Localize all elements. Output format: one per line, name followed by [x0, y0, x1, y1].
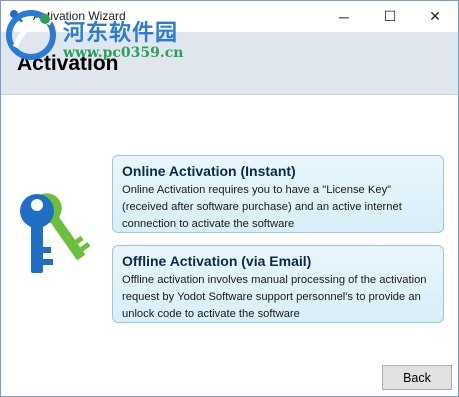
close-button[interactable]: ✕ [412, 1, 458, 32]
maximize-button[interactable]: ☐ [367, 1, 413, 32]
online-activation-option[interactable]: Online Activation (Instant) Online Activ… [112, 155, 444, 233]
title-bar[interactable]: Activation Wizard ─ ☐ ✕ [1, 1, 458, 32]
online-activation-title: Online Activation (Instant) [122, 163, 296, 179]
page-title: Activation [17, 52, 119, 75]
back-button[interactable]: Back [382, 365, 452, 390]
activation-wizard-window: Activation Wizard ─ ☐ ✕ Activation 河东软件园… [0, 0, 459, 397]
keys-icon [20, 193, 91, 273]
online-activation-description: Online Activation requires you to have a… [122, 184, 402, 230]
app-key-icon [10, 10, 24, 23]
offline-activation-description: Offline activation involves manual proce… [122, 274, 427, 320]
offline-activation-title: Offline Activation (via Email) [122, 253, 312, 269]
window-title: Activation Wizard [33, 9, 126, 23]
minimize-button[interactable]: ─ [321, 1, 367, 32]
header-banner: Activation [1, 32, 458, 95]
offline-activation-option[interactable]: Offline Activation (via Email) Offline a… [112, 245, 444, 323]
